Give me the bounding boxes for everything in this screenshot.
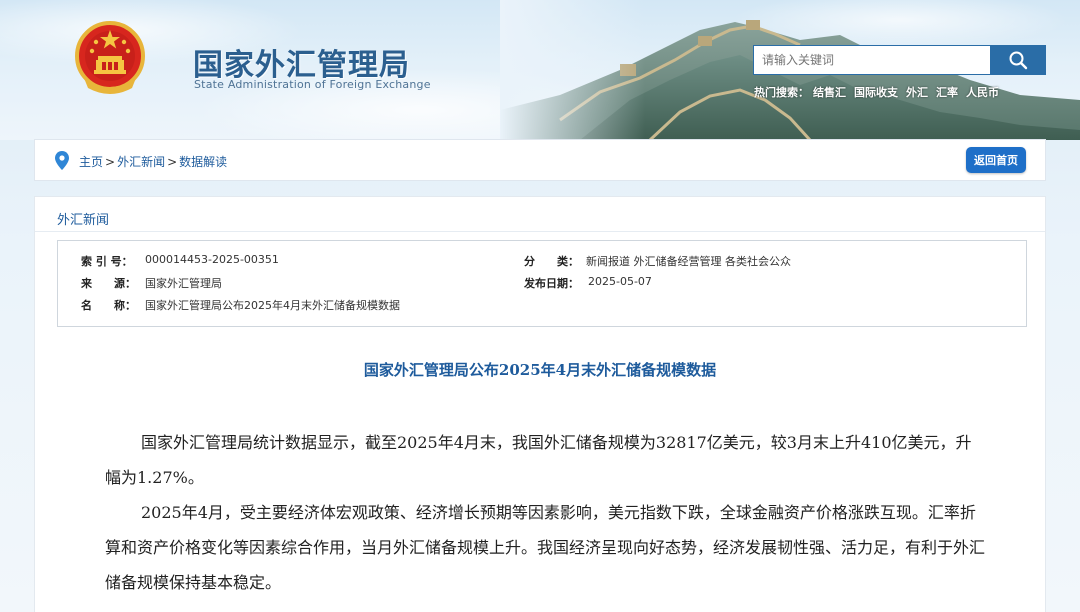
hot-search-item[interactable]: 外汇 xyxy=(906,86,928,99)
breadcrumb-separator: > xyxy=(105,155,116,169)
back-home-button[interactable]: 返回首页 xyxy=(966,147,1026,173)
hot-search-item[interactable]: 汇率 xyxy=(936,86,958,99)
category-value: 新闻报道 外汇储备经营管理 各类社会公众 xyxy=(586,255,791,268)
breadcrumb-separator: > xyxy=(167,155,178,169)
breadcrumb-item-home[interactable]: 主页 xyxy=(79,155,103,169)
hot-search-item[interactable]: 结售汇 xyxy=(813,86,846,99)
index-label: 索 引 号： xyxy=(81,255,133,268)
article-paragraph: 国家外汇管理局统计数据显示，截至2025年4月末，我国外汇储备规模为32817亿… xyxy=(105,433,972,487)
national-emblem-icon xyxy=(75,21,145,94)
main-content: 外汇新闻 索 引 号： 000014453-2025-00351 分 类： 新闻… xyxy=(34,196,1046,612)
hot-search-item[interactable]: 人民币 xyxy=(966,86,999,99)
name-value: 国家外汇管理局公布2025年4月末外汇储备规模数据 xyxy=(145,299,400,312)
metadata-row: 名 称： 国家外汇管理局公布2025年4月末外汇储备规模数据 xyxy=(58,297,1026,317)
index-value: 000014453-2025-00351 xyxy=(145,253,279,266)
hot-search-label: 热门搜索： xyxy=(754,86,809,99)
section-title[interactable]: 外汇新闻 xyxy=(57,209,109,228)
breadcrumb-item-data-interpretation[interactable]: 数据解读 xyxy=(179,155,227,169)
date-value: 2025-05-07 xyxy=(588,275,652,288)
breadcrumb-bar: 主页 > 外汇新闻 > 数据解读 返回首页 xyxy=(34,139,1046,181)
breadcrumb-item-news[interactable]: 外汇新闻 xyxy=(117,155,165,169)
search-input[interactable] xyxy=(754,46,991,74)
name-label: 名 称： xyxy=(81,299,136,312)
article-body: 国家外汇管理局统计数据显示，截至2025年4月末，我国外汇储备规模为32817亿… xyxy=(105,425,985,600)
location-pin-icon xyxy=(55,151,69,170)
hot-search: 热门搜索： 结售汇 国际收支 外汇 汇率 人民币 xyxy=(754,84,1007,100)
search-button[interactable] xyxy=(990,46,1045,74)
metadata-table: 索 引 号： 000014453-2025-00351 分 类： 新闻报道 外汇… xyxy=(57,240,1027,327)
site-banner: 国家外汇管理局 State Administration of Foreign … xyxy=(0,0,1080,140)
article-paragraph: 2025年4月，受主要经济体宏观政策、经济增长预期等因素影响，美元指数下跌，全球… xyxy=(105,503,986,592)
source-label: 来 源： xyxy=(81,277,136,290)
metadata-row: 来 源： 国家外汇管理局 发布日期： 2025-05-07 xyxy=(58,275,1026,295)
section-divider xyxy=(35,231,1045,232)
date-label: 发布日期： xyxy=(524,277,579,290)
search-icon xyxy=(1009,51,1027,70)
category-label: 分 类： xyxy=(524,255,579,268)
article-title: 国家外汇管理局公布2025年4月末外汇储备规模数据 xyxy=(363,361,717,379)
breadcrumb: 主页 > 外汇新闻 > 数据解读 xyxy=(79,153,227,170)
site-subtitle: State Administration of Foreign Exchange xyxy=(194,78,431,91)
source-value: 国家外汇管理局 xyxy=(145,277,222,290)
search-box xyxy=(753,45,1046,75)
hot-search-item[interactable]: 国际收支 xyxy=(854,86,898,99)
metadata-row: 索 引 号： 000014453-2025-00351 分 类： 新闻报道 外汇… xyxy=(58,253,1026,273)
